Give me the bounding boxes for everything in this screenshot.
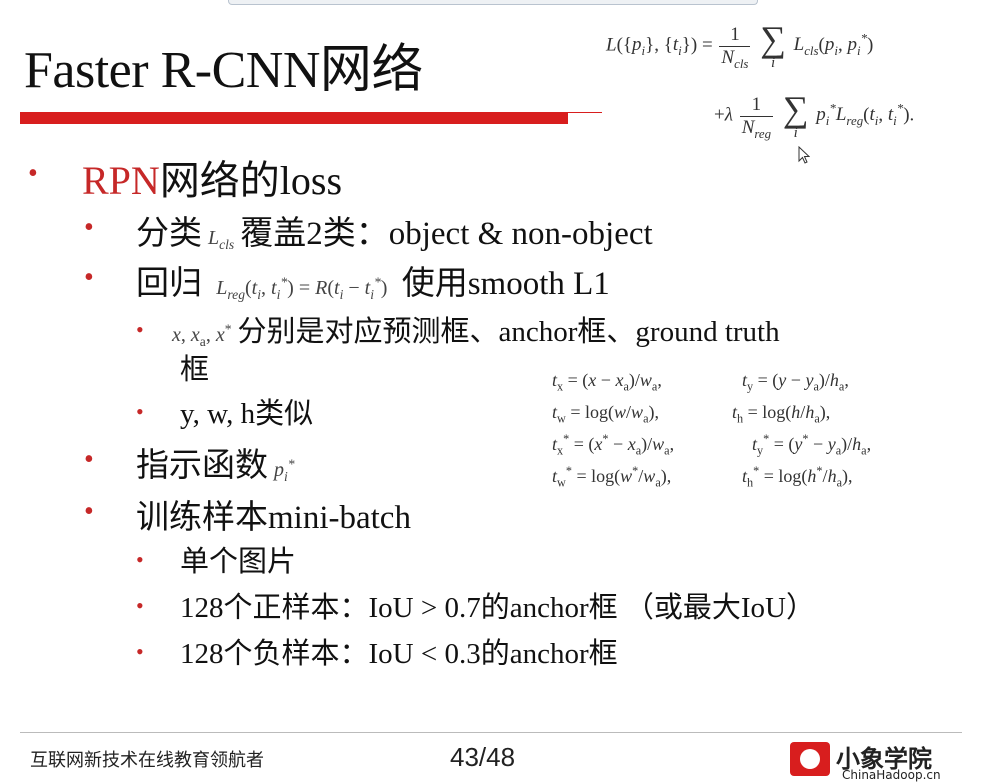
- bullet-ywh-similar: y, w, h类似: [180, 398, 314, 430]
- bullet-minibatch: 训练样本mini-batch: [136, 500, 411, 536]
- bullet-x-variables: x, xa, x* 分别是对应预测框、anchor框、ground truth: [172, 316, 780, 349]
- bullet-x-variables-cont: 框: [180, 354, 210, 386]
- bullet-classification: 分类 Lcls 覆盖2类：object & non-object: [136, 216, 653, 252]
- loss-formula-line2: +λ 1 Nreg ∑ i pi*Lreg(ti, ti*).: [714, 89, 915, 141]
- bullet-dot: •: [84, 262, 94, 293]
- bullet-dot: •: [84, 496, 94, 527]
- bullet-dot: •: [136, 399, 144, 424]
- elephant-logo-icon: [790, 742, 830, 776]
- title-underline-thin: [568, 112, 602, 113]
- bullet-dot: •: [84, 444, 94, 475]
- footer-divider: [20, 732, 962, 733]
- bullet-dot: •: [136, 547, 144, 572]
- bullet-indicator-function: 指示函数 pi*: [136, 448, 295, 484]
- bullet-dot: •: [136, 593, 144, 618]
- title-underline-bar: [20, 112, 568, 124]
- box-parameterization-equations: tx = (x − xa)/wa, ty = (y − ya)/ha, tw = …: [552, 370, 872, 490]
- window-top-strip: [228, 0, 758, 5]
- bullet-regression: 回归 Lreg(ti, ti*) = R(ti − ti*) 使用smooth …: [136, 266, 610, 302]
- bullet-dot: •: [136, 317, 144, 342]
- page-number: 43/48: [450, 742, 516, 772]
- mouse-cursor-icon: [798, 146, 810, 164]
- bullet-dot: •: [84, 212, 94, 243]
- footer-tagline: 互联网新技术在线教育领航者: [30, 750, 264, 771]
- bullet-rpn-loss: RPN网络的loss: [82, 158, 343, 203]
- bullet-dot: •: [136, 639, 144, 664]
- bullet-dot: •: [28, 158, 38, 189]
- bullet-single-image: 单个图片: [180, 546, 297, 578]
- logo-subtext: ChinaHadoop.cn: [842, 768, 941, 782]
- bullet-positive-samples: 128个正样本：IoU > 0.7的anchor框 （或最大IoU）: [180, 592, 815, 624]
- loss-formula-line1: L({pi}, {ti}) = 1 Ncls ∑ i Lcls(pi, pi*): [606, 19, 874, 71]
- slide-title: Faster R-CNN网络: [24, 42, 423, 99]
- bullet-negative-samples: 128个负样本：IoU < 0.3的anchor框: [180, 638, 618, 670]
